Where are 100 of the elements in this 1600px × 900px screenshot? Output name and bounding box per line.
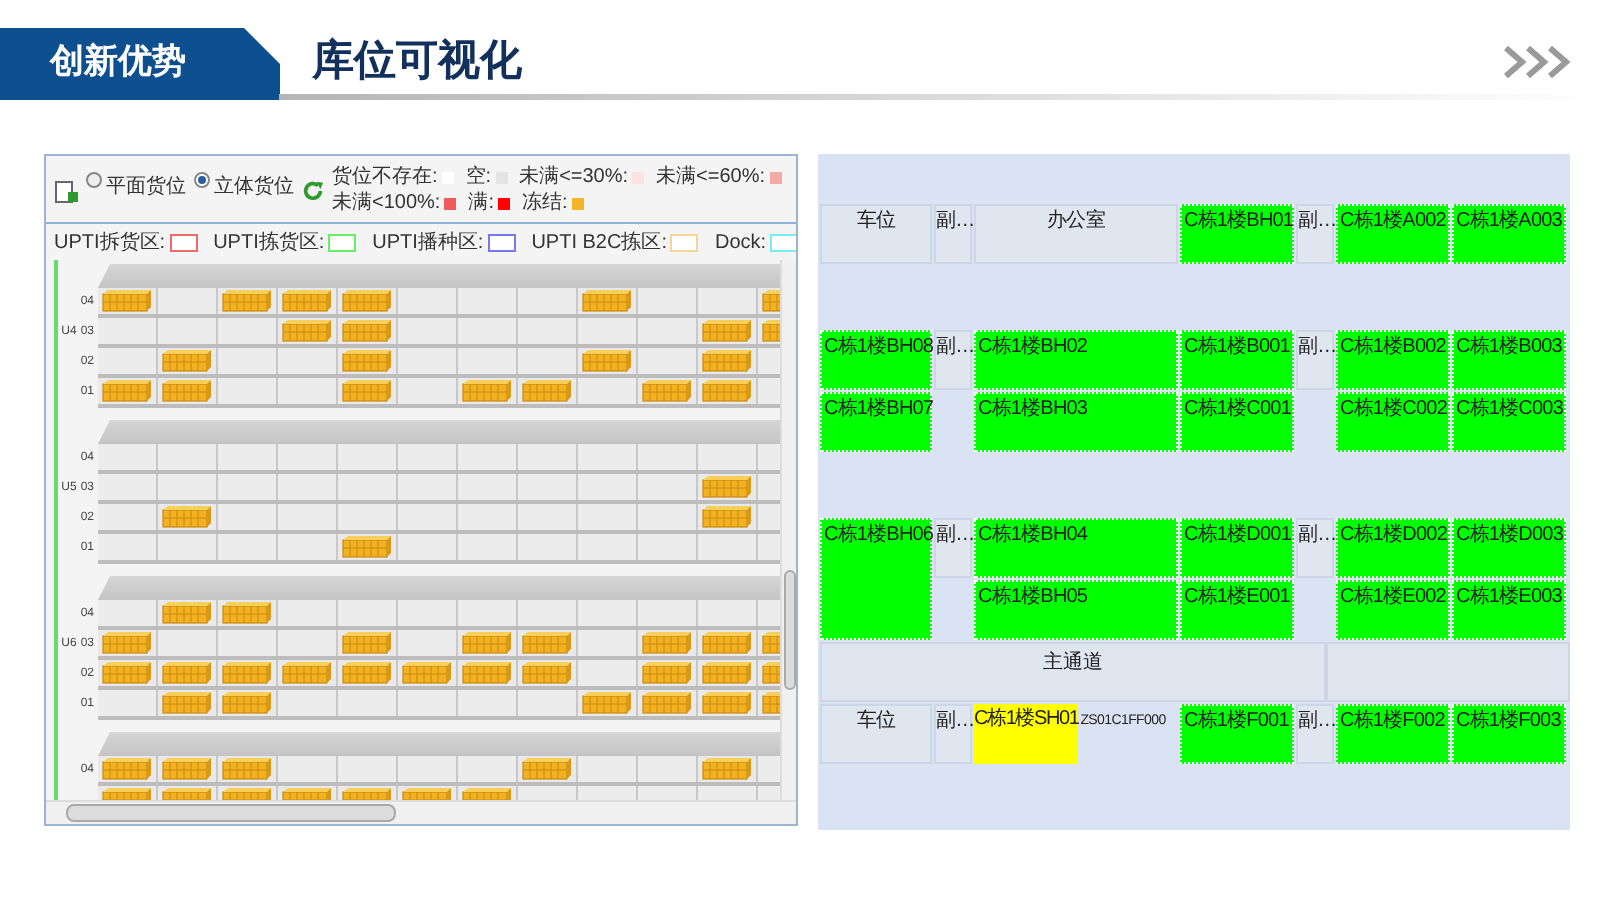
shelf-slot[interactable] — [518, 444, 578, 470]
shelf-slot[interactable] — [578, 444, 638, 470]
shelf-slot[interactable] — [218, 474, 278, 500]
location-slot[interactable]: C栋1楼BH01 — [1180, 204, 1294, 264]
shelf-slot[interactable] — [278, 444, 338, 470]
shelf-slot[interactable] — [158, 288, 218, 314]
shelf-slot[interactable] — [398, 474, 458, 500]
shelf-slot[interactable] — [338, 630, 398, 656]
shelf-slot[interactable] — [518, 288, 578, 314]
shelf-slot[interactable] — [278, 348, 338, 374]
shelf-slot[interactable] — [698, 288, 758, 314]
shelf-slot[interactable] — [218, 288, 278, 314]
location-slot[interactable]: C栋1楼A003 — [1452, 204, 1566, 264]
shelf-slot[interactable] — [698, 474, 758, 500]
shelf-slot[interactable] — [458, 630, 518, 656]
shelf-slot[interactable] — [338, 318, 398, 344]
location-slot[interactable]: C栋1楼E002 — [1336, 580, 1450, 640]
shelf-slot[interactable] — [218, 444, 278, 470]
shelf-slot[interactable] — [158, 348, 218, 374]
shelf-slot[interactable] — [98, 600, 158, 626]
location-slot[interactable]: C栋1楼C002 — [1336, 392, 1450, 452]
shelf-slot[interactable] — [98, 474, 158, 500]
shelf-slot[interactable] — [638, 444, 698, 470]
shelf-slot[interactable] — [578, 660, 638, 686]
shelf-slot[interactable] — [158, 630, 218, 656]
shelf-slot[interactable] — [398, 600, 458, 626]
location-slot[interactable]: C栋1楼BH03 — [974, 392, 1178, 452]
shelf-slot[interactable] — [578, 504, 638, 530]
shelf-slot[interactable] — [278, 378, 338, 404]
shelf-slot[interactable] — [518, 348, 578, 374]
shelf-slot[interactable] — [338, 288, 398, 314]
shelf-slot[interactable] — [698, 348, 758, 374]
location-slot[interactable]: C栋1楼D003 — [1452, 518, 1566, 578]
window-icon[interactable] — [54, 180, 78, 204]
shelf-slot[interactable] — [578, 348, 638, 374]
shelf-slot[interactable] — [98, 318, 158, 344]
shelf-slot[interactable] — [638, 318, 698, 344]
shelf-slot[interactable] — [278, 318, 338, 344]
shelf-slot[interactable] — [398, 444, 458, 470]
shelf-slot[interactable] — [218, 600, 278, 626]
shelf-slot[interactable] — [338, 660, 398, 686]
shelf-slot[interactable] — [158, 474, 218, 500]
shelf-slot[interactable] — [698, 534, 758, 560]
shelf-slot[interactable] — [98, 690, 158, 716]
view-mode-radio[interactable]: 立体货位 — [194, 172, 294, 200]
location-slot[interactable]: C栋1楼D001 — [1180, 518, 1294, 578]
shelf-slot[interactable] — [458, 504, 518, 530]
shelf-slot[interactable] — [158, 660, 218, 686]
shelf-slot[interactable] — [98, 660, 158, 686]
location-slot[interactable]: C栋1楼F003 — [1452, 704, 1566, 764]
shelf-slot[interactable] — [218, 660, 278, 686]
horizontal-scrollbar[interactable] — [46, 800, 796, 824]
shelf-slot[interactable] — [638, 288, 698, 314]
shelf-slot[interactable] — [158, 378, 218, 404]
location-slot[interactable]: C栋1楼C001 — [1180, 392, 1294, 452]
shelf-slot[interactable] — [158, 690, 218, 716]
shelf-slot[interactable] — [458, 690, 518, 716]
shelf-slot[interactable] — [338, 690, 398, 716]
shelf-slot[interactable] — [278, 756, 338, 782]
shelf-slot[interactable] — [698, 504, 758, 530]
shelf-slot[interactable] — [338, 534, 398, 560]
shelf-slot[interactable] — [218, 318, 278, 344]
shelf-slot[interactable] — [98, 348, 158, 374]
shelf-slot[interactable] — [698, 318, 758, 344]
shelf-slot[interactable] — [158, 444, 218, 470]
shelf-slot[interactable] — [398, 348, 458, 374]
shelf-slot[interactable] — [458, 348, 518, 374]
shelf-slot[interactable] — [398, 756, 458, 782]
shelf-slot[interactable] — [278, 288, 338, 314]
shelf-slot[interactable] — [338, 600, 398, 626]
shelf-slot[interactable] — [578, 600, 638, 626]
shelf-slot[interactable] — [338, 348, 398, 374]
shelf-slot[interactable] — [158, 534, 218, 560]
shelf-slot[interactable] — [698, 444, 758, 470]
shelf-slot[interactable] — [398, 504, 458, 530]
shelf-slot[interactable] — [278, 600, 338, 626]
shelf-slot[interactable] — [398, 660, 458, 686]
shelf-slot[interactable] — [518, 660, 578, 686]
shelf-slot[interactable] — [458, 600, 518, 626]
shelf-slot[interactable] — [638, 378, 698, 404]
shelf-slot[interactable] — [98, 504, 158, 530]
shelf-slot[interactable] — [518, 474, 578, 500]
location-slot[interactable]: C栋1楼B001 — [1180, 330, 1294, 390]
shelf-slot[interactable] — [98, 288, 158, 314]
location-slot[interactable]: C栋1楼D002 — [1336, 518, 1450, 578]
location-slot[interactable]: C栋1楼A002 — [1336, 204, 1450, 264]
shelf-slot[interactable] — [578, 378, 638, 404]
shelf-slot[interactable] — [158, 756, 218, 782]
location-slot[interactable]: C栋1楼B002 — [1336, 330, 1450, 390]
location-slot[interactable]: C栋1楼E003 — [1452, 580, 1566, 640]
shelf-slot[interactable] — [278, 660, 338, 686]
shelf-slot[interactable] — [98, 534, 158, 560]
shelf-slot[interactable] — [338, 756, 398, 782]
shelf-slot[interactable] — [638, 660, 698, 686]
shelf-slot[interactable] — [98, 378, 158, 404]
shelf-slot[interactable] — [398, 288, 458, 314]
location-slot[interactable]: C栋1楼BH04 — [974, 518, 1178, 578]
shelf-slot[interactable] — [698, 660, 758, 686]
shelf-slot[interactable] — [98, 444, 158, 470]
shelf-slot[interactable] — [518, 534, 578, 560]
